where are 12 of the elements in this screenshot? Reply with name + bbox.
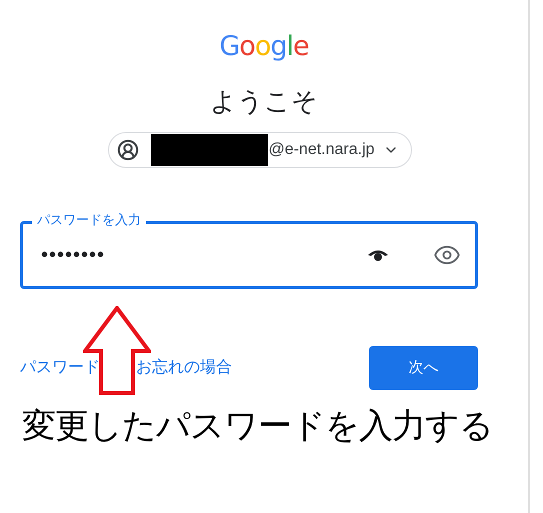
next-button[interactable]: 次へ (369, 346, 478, 390)
annotation-caption: 変更したパスワードを入力する (22, 406, 494, 446)
eye-half-icon (367, 248, 389, 262)
arrowhead-outline (83, 306, 151, 354)
forgot-password-link[interactable]: パスワード (20, 356, 100, 380)
field-label: パスワードを入力 (32, 212, 146, 228)
account-icon (117, 139, 140, 161)
account-chip[interactable]: @e-net.nara.jp (108, 132, 412, 168)
forgot-password-link[interactable]: お忘れの場合 (136, 356, 232, 380)
page-title: ようこそ (210, 85, 318, 118)
arrow-shaft-outline (99, 349, 135, 395)
logo: Google (219, 30, 309, 64)
